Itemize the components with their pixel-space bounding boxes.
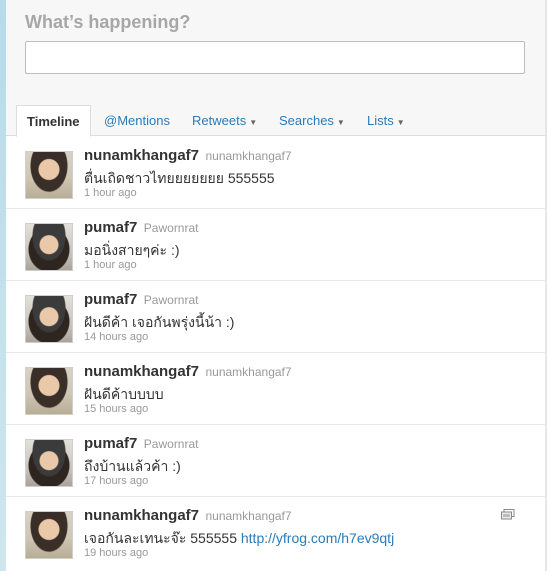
tab-retweets[interactable]: Retweets ▼ xyxy=(192,105,257,136)
tab-searches[interactable]: Searches ▼ xyxy=(279,105,345,136)
screen-name-link[interactable]: nunamkhangaf7 xyxy=(84,507,199,524)
screen-name-link[interactable]: nunamkhangaf7 xyxy=(84,363,199,380)
tab-label: Timeline xyxy=(27,114,80,129)
tweet-header: pumaf7 Pawornrat xyxy=(84,219,199,237)
full-name: nunamkhangaf7 xyxy=(205,365,292,379)
tab-label: Lists xyxy=(367,113,394,128)
tab-timeline[interactable]: Timeline xyxy=(16,105,91,137)
full-name: Pawornrat xyxy=(143,221,199,235)
timeline-tabs: Timeline @Mentions Retweets ▼ Searches ▼ L… xyxy=(6,105,545,137)
status-input[interactable] xyxy=(25,41,525,74)
tweet-item[interactable]: pumaf7 Pawornrat มอนิ่งสายๆค่ะ :) 1 hour… xyxy=(6,209,545,281)
timestamp-link[interactable]: 1 hour ago xyxy=(84,259,137,271)
tab-label: @Mentions xyxy=(104,113,170,128)
tweet-item[interactable]: pumaf7 Pawornrat ถึงบ้านแล้วค้า :) 17 ho… xyxy=(6,425,545,497)
avatar[interactable] xyxy=(25,295,73,343)
chevron-down-icon: ▼ xyxy=(396,118,405,127)
tweet-header: nunamkhangaf7 nunamkhangaf7 xyxy=(84,147,292,165)
full-name: nunamkhangaf7 xyxy=(205,149,292,163)
timestamp-link[interactable]: 17 hours ago xyxy=(84,475,148,487)
full-name: Pawornrat xyxy=(143,293,199,307)
full-name: nunamkhangaf7 xyxy=(205,509,292,523)
tweet-text-body: เจอกันละเทนะจ๊ะ 555555 xyxy=(84,530,241,546)
full-name: Pawornrat xyxy=(143,437,199,451)
tab-mentions[interactable]: @Mentions xyxy=(104,105,170,136)
chevron-down-icon: ▼ xyxy=(249,118,258,127)
avatar[interactable] xyxy=(25,223,73,271)
avatar[interactable] xyxy=(25,439,73,487)
media-gallery-icon[interactable] xyxy=(501,509,515,520)
tweet-item[interactable]: pumaf7 Pawornrat ฝันดีค้า เจอกันพรุ่งนี้… xyxy=(6,281,545,353)
tweet-header: nunamkhangaf7 nunamkhangaf7 xyxy=(84,507,292,525)
screen-name-link[interactable]: pumaf7 xyxy=(84,291,137,308)
timestamp-link[interactable]: 14 hours ago xyxy=(84,331,148,343)
screen-name-link[interactable]: nunamkhangaf7 xyxy=(84,147,199,164)
tweet-item[interactable]: nunamkhangaf7 nunamkhangaf7 เจอกันละเทนะ… xyxy=(6,497,545,569)
tweet-header: pumaf7 Pawornrat xyxy=(84,435,199,453)
tab-label: Retweets xyxy=(192,113,247,128)
tweet-item[interactable]: nunamkhangaf7 nunamkhangaf7 ฝันดีค้าบบบบ… xyxy=(6,353,545,425)
avatar[interactable] xyxy=(25,151,73,199)
tweet-header: nunamkhangaf7 nunamkhangaf7 xyxy=(84,363,292,381)
screen-name-link[interactable]: pumaf7 xyxy=(84,435,137,452)
timestamp-link[interactable]: 1 hour ago xyxy=(84,187,137,199)
compose-heading: What’s happening? xyxy=(25,12,191,32)
tweet-header: pumaf7 Pawornrat xyxy=(84,291,199,309)
timestamp-link[interactable]: 19 hours ago xyxy=(84,547,148,559)
chevron-down-icon: ▼ xyxy=(336,118,345,127)
compose-box: What’s happening? xyxy=(6,0,545,105)
tab-label: Searches xyxy=(279,113,334,128)
avatar[interactable] xyxy=(25,367,73,415)
timestamp-link[interactable]: 15 hours ago xyxy=(84,403,148,415)
tab-lists[interactable]: Lists ▼ xyxy=(367,105,405,136)
avatar[interactable] xyxy=(25,511,73,559)
screen-name-link[interactable]: pumaf7 xyxy=(84,219,137,236)
timeline-list: nunamkhangaf7 nunamkhangaf7 ตื่นเถิดชาวไ… xyxy=(6,137,545,569)
tweet-item[interactable]: nunamkhangaf7 nunamkhangaf7 ตื่นเถิดชาวไ… xyxy=(6,137,545,209)
tweet-media-link[interactable]: http://yfrog.com/h7ev9qtj xyxy=(241,530,394,546)
